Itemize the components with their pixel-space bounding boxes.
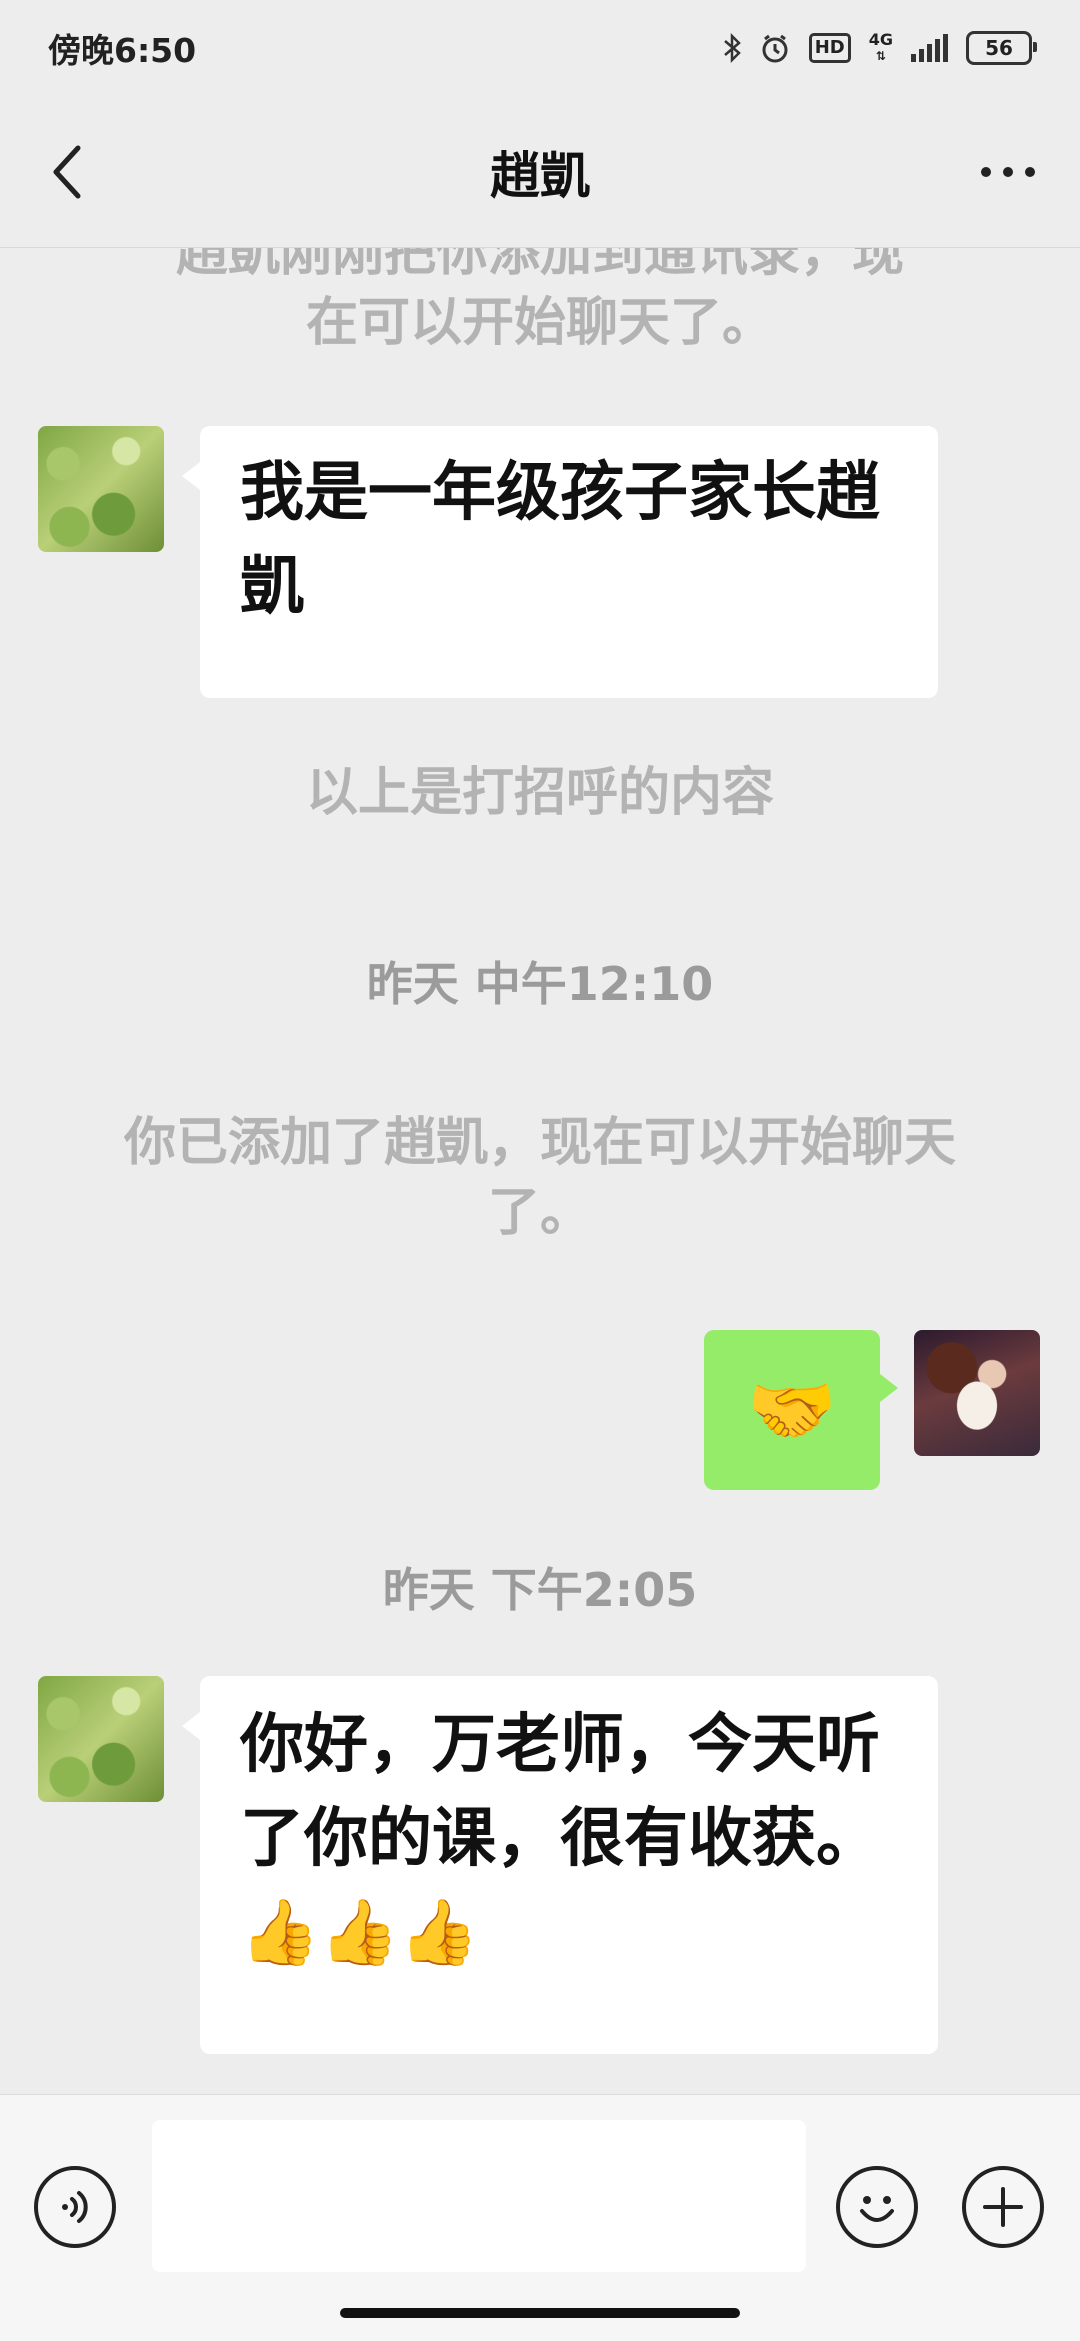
- contact-name: 趙凱: [490, 146, 590, 205]
- timestamp: 昨天 中午12:10: [366, 957, 714, 1011]
- greeting-note: 以上是打招呼的内容: [305, 763, 774, 823]
- received-message-bubble[interactable]: 我是一年级孩子家长趙凱: [182, 426, 938, 698]
- alarm-icon: [759, 32, 791, 64]
- received-message-bubble[interactable]: 你好，万老师，今天听了你的课，很有收获。👍👍👍: [182, 1676, 938, 2054]
- voice-button[interactable]: [34, 2166, 116, 2248]
- status-time: 傍晚6:50: [48, 31, 197, 70]
- contact-avatar[interactable]: [38, 426, 164, 552]
- handshake-emoji: 🤝: [747, 1368, 837, 1452]
- status-icons: HD 4G ⇅ 56: [723, 30, 1037, 65]
- message-text: 你好，万老师，今天听了你的课，很有收获。👍👍👍: [240, 1708, 880, 1970]
- network-type: 4G: [868, 30, 893, 49]
- plus-button[interactable]: [962, 2166, 1044, 2248]
- sent-message-bubble[interactable]: 🤝: [704, 1330, 898, 1490]
- chat-header: 趙凱: [0, 96, 1080, 248]
- system-message: 你已添加了趙凱，现在可以开始聊天了。: [123, 1113, 956, 1243]
- home-indicator[interactable]: [340, 2308, 740, 2318]
- status-bar: 傍晚6:50 HD 4G ⇅ 56: [0, 0, 1080, 96]
- back-icon[interactable]: [36, 142, 96, 202]
- contact-avatar[interactable]: [38, 1676, 164, 1802]
- network-icon: 4G ⇅: [868, 30, 893, 64]
- system-message-partial-line2: 在可以开始聊天了。: [305, 293, 774, 353]
- message-text: 我是一年级孩子家长趙凱: [240, 456, 880, 624]
- hd-icon: HD: [808, 33, 851, 63]
- message-input[interactable]: [152, 2120, 806, 2272]
- chat-area[interactable]: 趙凱刚刚把你添加到通讯录，现 在可以开始聊天了。 我是一年级孩子家长趙凱 以上是…: [0, 248, 1080, 2090]
- more-icon[interactable]: [972, 142, 1044, 202]
- user-avatar[interactable]: [914, 1330, 1040, 1456]
- battery-level: 56: [985, 36, 1013, 60]
- bluetooth-icon: [723, 33, 741, 63]
- system-message-partial: 趙凱刚刚把你添加到通讯录，现: [175, 248, 904, 283]
- timestamp: 昨天 下午2:05: [382, 1563, 698, 1617]
- emoji-button[interactable]: [836, 2166, 918, 2248]
- signal-icon: [911, 34, 948, 62]
- battery-icon: 56: [966, 31, 1037, 65]
